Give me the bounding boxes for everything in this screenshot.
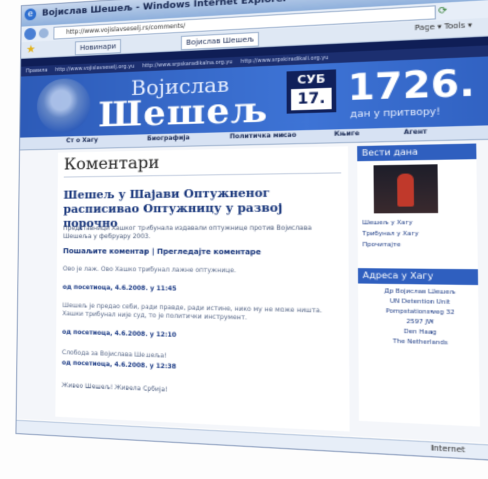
sidebar-address-heading: Адреса у Хагу: [357, 268, 479, 286]
menu-item[interactable]: Биографија: [147, 134, 190, 142]
refresh-icon[interactable]: ⟳: [438, 6, 447, 17]
address-line: Pompstationsweg 32: [385, 308, 455, 317]
menu-item[interactable]: Агент: [404, 128, 427, 136]
status-text: Internet: [430, 443, 466, 455]
sidebar: Вести дана Шешељ у Хагу Трибунал у Хагу …: [357, 143, 480, 427]
article-lead: Представници Хашког трибунала издавали о…: [63, 224, 312, 241]
banner-last-name: Шешељ: [98, 88, 269, 136]
forward-button[interactable]: [38, 28, 49, 39]
address-line: Др Војислав Шешељ: [384, 288, 456, 297]
sidebar-link[interactable]: Прочитајте: [362, 242, 400, 249]
comment-meta: од посетиоца, 4.6.2008. у 11:45: [62, 283, 177, 293]
address-line: UN Detention Unit: [389, 298, 451, 307]
comments-subheading[interactable]: Пошаљите коментар | Прегледајте коментар…: [63, 247, 261, 256]
menu-item[interactable]: Политичка мисао: [230, 131, 297, 140]
comment-text: Шешељ је предао себи, ради правде, ради …: [62, 302, 323, 322]
screenshot-scene: e Војислав Шешељ - Windows Internet Expl…: [0, 0, 488, 479]
tools-menu[interactable]: Page ▾ Tools ▾: [415, 21, 473, 33]
web-page: Правила http://www.vojislavseselj.org.yu…: [15, 34, 488, 446]
address-line: 2597 JW: [406, 318, 434, 327]
heading-divider: [63, 172, 342, 178]
address-line: The Netherlands: [392, 338, 448, 347]
address-line: Den Haag: [403, 328, 437, 337]
browser-window: e Војислав Шешељ - Windows Internet Expl…: [15, 0, 488, 479]
ie-logo-icon: e: [24, 8, 37, 21]
comment-meta: од посетиоца, 4.6.2008. у 12:10: [62, 328, 177, 339]
comment-text: Ово је лаж. Ово Хашко трибунал лажне опт…: [62, 265, 237, 275]
back-button[interactable]: [24, 27, 37, 41]
favorites-star-icon[interactable]: ★: [26, 42, 36, 55]
menu-item[interactable]: Ст о Хагу: [66, 137, 98, 145]
detention-counter-caption: дан у притвору!: [350, 106, 441, 121]
sidebar-news-heading: Вести дана: [357, 143, 477, 162]
menu-item[interactable]: Књиге: [334, 130, 359, 138]
portrait-image: [36, 77, 91, 134]
page-heading: Коментари: [63, 152, 160, 174]
detention-counter: 1726.: [347, 61, 476, 110]
news-photo[interactable]: [373, 164, 439, 214]
sidebar-link[interactable]: Шешељ у Хагу: [362, 220, 412, 227]
day-number: 17.: [291, 87, 332, 111]
comment-meta: од посетиоца, 4.6.2008. у 12:38: [61, 359, 177, 371]
news-photo-figure: [397, 173, 415, 207]
top-link[interactable]: Правила: [26, 67, 48, 74]
main-content: Коментари Шешељ у Шајави Оптужненог расп…: [55, 146, 350, 432]
date-box: СУБ 17.: [286, 69, 337, 114]
tab-primary[interactable]: Новинари: [74, 39, 122, 56]
comment-text: Живео Шешељ! Живела Србија!: [61, 381, 168, 394]
day-label: СУБ: [297, 71, 326, 87]
sidebar-link[interactable]: Трибунал у Хагу: [362, 231, 418, 238]
